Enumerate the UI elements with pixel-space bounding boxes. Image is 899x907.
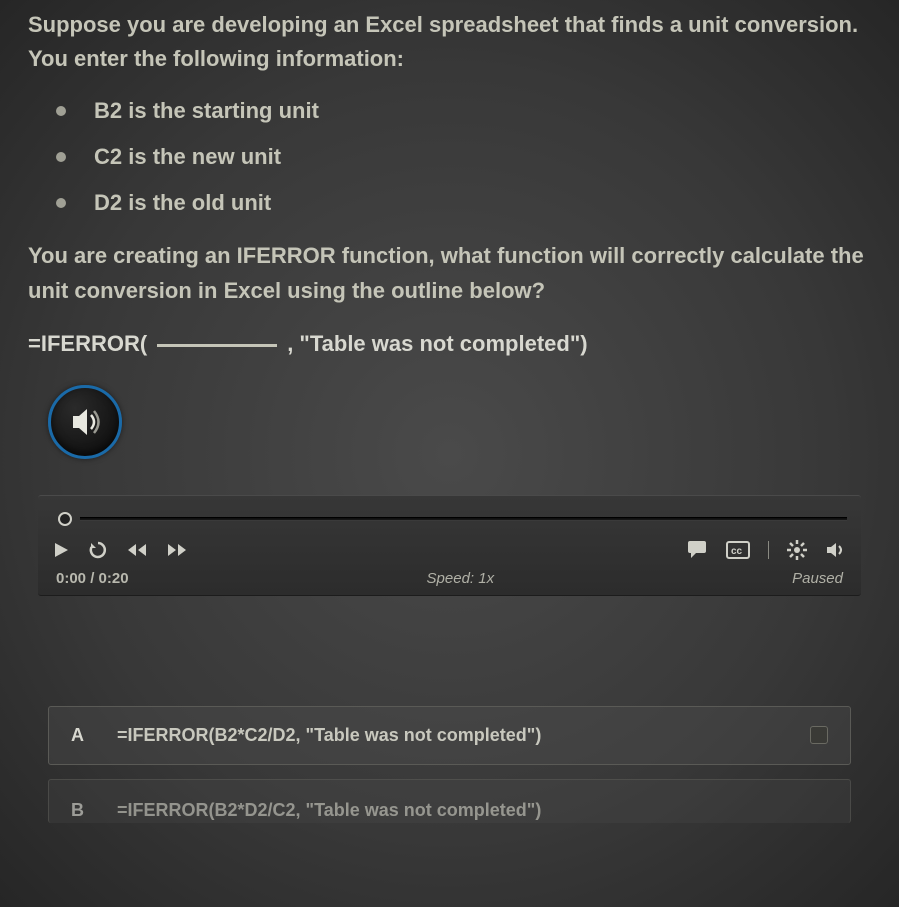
question-intro: Suppose you are developing an Excel spre… — [28, 8, 871, 76]
audio-player: cc 0:00 / 0:20 Speed: 1x Paused — [38, 495, 861, 596]
question-prompt: You are creating an IFERROR function, wh… — [28, 238, 871, 308]
bullet-text: B2 is the starting unit — [94, 98, 319, 124]
formula-blank: =IFERROR( , "Table was not completed") — [28, 331, 871, 357]
replay-icon[interactable] — [88, 540, 108, 560]
formula-blank-underline — [157, 344, 277, 347]
status-display: Paused — [792, 570, 843, 587]
bullet-item: C2 is the new unit — [56, 144, 871, 170]
seek-bar[interactable] — [80, 517, 847, 521]
settings-icon[interactable] — [787, 540, 807, 560]
player-controls: cc — [52, 540, 847, 560]
answer-option[interactable]: A =IFERROR(B2*C2/D2, "Table was not comp… — [48, 706, 851, 765]
bullet-item: B2 is the starting unit — [56, 98, 871, 124]
svg-text:cc: cc — [731, 546, 743, 557]
answer-text: =IFERROR(B2*C2/D2, "Table was not comple… — [117, 725, 782, 746]
time-display: 0:00 / 0:20 — [56, 570, 129, 587]
seek-thumb[interactable] — [58, 512, 72, 526]
transcript-icon[interactable] — [686, 541, 708, 559]
formula-post: , "Table was not completed") — [287, 331, 587, 357]
audio-play-button[interactable] — [48, 385, 122, 459]
answer-letter: A — [71, 725, 89, 746]
bullet-text: D2 is the old unit — [94, 190, 271, 216]
bullet-list: B2 is the starting unit C2 is the new un… — [56, 98, 871, 216]
answer-radio[interactable] — [810, 726, 828, 744]
play-icon[interactable] — [52, 541, 70, 559]
divider — [768, 541, 769, 559]
speed-display: Speed: 1x — [427, 570, 495, 587]
rewind-icon[interactable] — [126, 542, 148, 558]
volume-icon[interactable] — [825, 541, 847, 559]
answer-letter: B — [71, 800, 89, 821]
player-status: 0:00 / 0:20 Speed: 1x Paused — [52, 570, 847, 587]
seek-track[interactable] — [52, 508, 847, 530]
bullet-text: C2 is the new unit — [94, 144, 281, 170]
captions-icon[interactable]: cc — [726, 541, 750, 559]
bullet-item: D2 is the old unit — [56, 190, 871, 216]
answer-option[interactable]: B =IFERROR(B2*D2/C2, "Table was not comp… — [48, 779, 851, 823]
answer-list: A =IFERROR(B2*C2/D2, "Table was not comp… — [28, 706, 871, 823]
formula-pre: =IFERROR( — [28, 331, 147, 357]
speaker-icon — [65, 402, 105, 442]
answer-text: =IFERROR(B2*D2/C2, "Table was not comple… — [117, 800, 828, 821]
forward-icon[interactable] — [166, 542, 188, 558]
